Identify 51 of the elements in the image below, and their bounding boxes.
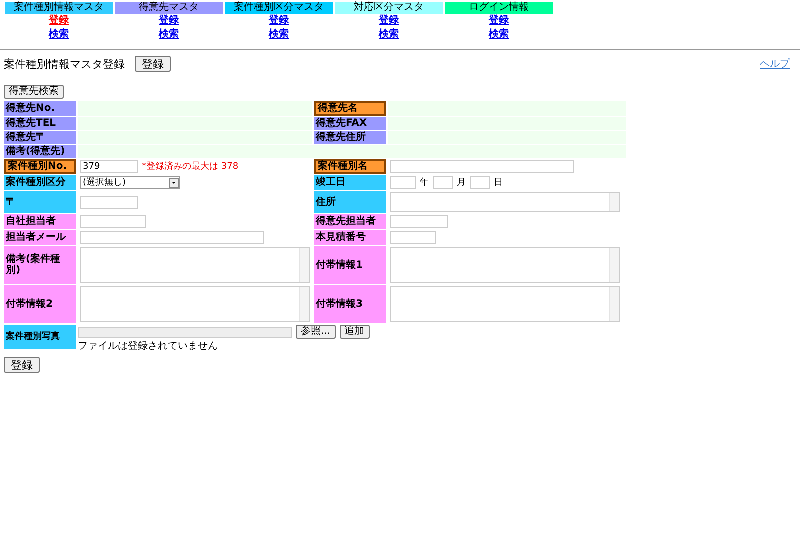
nav-header: 案件種別区分マスタ	[225, 2, 333, 14]
field-label: 担当者メール	[4, 230, 76, 245]
field-label: 付帯情報3	[314, 285, 386, 323]
field-label: 本見積番号	[314, 230, 386, 245]
field-label: 得意先FAX	[314, 117, 386, 130]
field-label: 得意先住所	[314, 131, 386, 144]
field-label: 得意先〒	[4, 131, 76, 144]
customer-search-button[interactable]: 得意先検索	[4, 85, 64, 99]
field-label: 案件種別名	[314, 159, 386, 174]
nav-link[interactable]: 検索	[49, 28, 69, 42]
nav-header: ログイン情報	[445, 2, 553, 14]
date-unit: 日	[494, 177, 503, 189]
date-unit: 月	[457, 177, 466, 189]
nav-link[interactable]: 登録	[489, 14, 509, 28]
nav-link[interactable]: 検索	[379, 28, 399, 42]
hint-text: *登録済みの最大は 378	[142, 160, 239, 173]
text-input[interactable]: 379	[80, 160, 138, 173]
field-label: 得意先名	[314, 101, 386, 116]
file-status-text: ファイルは登録されていません	[78, 340, 219, 353]
nav-link[interactable]: 登録	[379, 14, 399, 28]
nav-header: 得意先マスタ	[115, 2, 223, 14]
help-link[interactable]: ヘルプ	[760, 57, 790, 71]
nav-link[interactable]: 登録	[49, 14, 69, 28]
page-title: 案件種別情報マスタ登録	[4, 56, 125, 72]
field-label: 付帯情報1	[314, 246, 386, 284]
nav-header: 対応区分マスタ	[335, 2, 443, 14]
nav-header: 案件種別情報マスタ	[5, 2, 113, 14]
field-label: 付帯情報2	[4, 285, 76, 323]
field-label: 案件種別写真	[4, 325, 76, 349]
register-button[interactable]: 登録	[4, 357, 40, 373]
nav-link[interactable]: 登録	[159, 14, 179, 28]
field-label: 得意先担当者	[314, 214, 386, 229]
nav-link[interactable]: 検索	[159, 28, 179, 42]
register-button[interactable]: 登録	[135, 56, 171, 72]
date-unit: 年	[420, 176, 429, 189]
field-label: 自社担当者	[4, 214, 76, 229]
field-label: 住所	[314, 191, 386, 213]
field-label: 〒	[4, 191, 76, 213]
field-label: 得意先No.	[4, 101, 76, 116]
add-button[interactable]: 追加	[340, 325, 370, 339]
field-label: 案件種別区分	[4, 175, 76, 190]
nav-link[interactable]: 検索	[269, 28, 289, 42]
field-label: 案件種別No.	[4, 159, 76, 174]
nav-link[interactable]: 検索	[489, 28, 509, 42]
field-label: 備考(案件種別)	[4, 246, 76, 284]
field-label: 備考(得意先)	[4, 145, 76, 158]
browse-button[interactable]: 参照...	[296, 325, 336, 339]
field-label: 得意先TEL	[4, 117, 76, 130]
nav-link[interactable]: 登録	[269, 14, 289, 28]
category-select[interactable]: (選択無し)	[80, 176, 180, 189]
field-label: 竣工日	[314, 175, 386, 190]
